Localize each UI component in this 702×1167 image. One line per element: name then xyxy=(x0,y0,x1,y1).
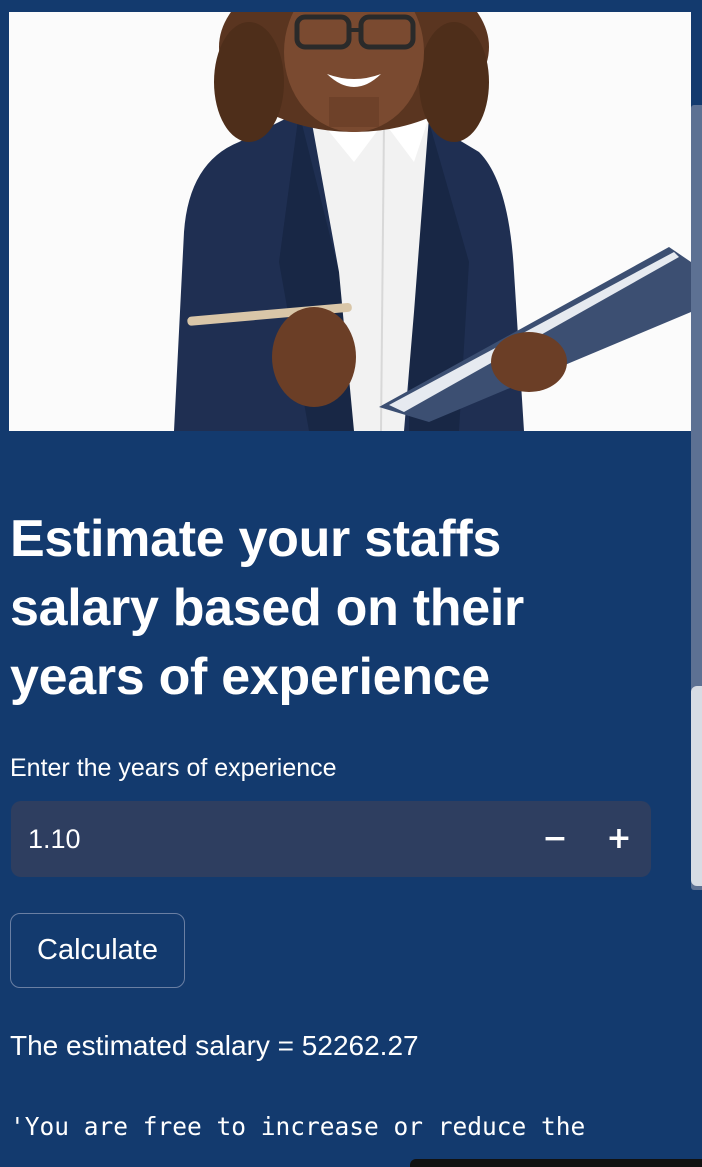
bottom-panel-edge xyxy=(410,1159,702,1167)
scrollbar-thumb[interactable] xyxy=(691,686,702,886)
experience-input-field[interactable] xyxy=(28,823,488,855)
decrement-button[interactable]: − xyxy=(535,819,575,859)
note-text: 'You are free to increase or reduce the xyxy=(10,1112,586,1141)
increment-button[interactable]: + xyxy=(599,819,639,859)
calculate-button[interactable]: Calculate xyxy=(10,913,185,988)
experience-input-label: Enter the years of experience xyxy=(10,754,337,782)
hero-image xyxy=(9,12,691,431)
page-title: Estimate your staffs salary based on the… xyxy=(10,510,524,706)
estimated-salary-text: The estimated salary = 52262.27 xyxy=(10,1030,419,1061)
experience-number-input: − + xyxy=(11,801,651,877)
